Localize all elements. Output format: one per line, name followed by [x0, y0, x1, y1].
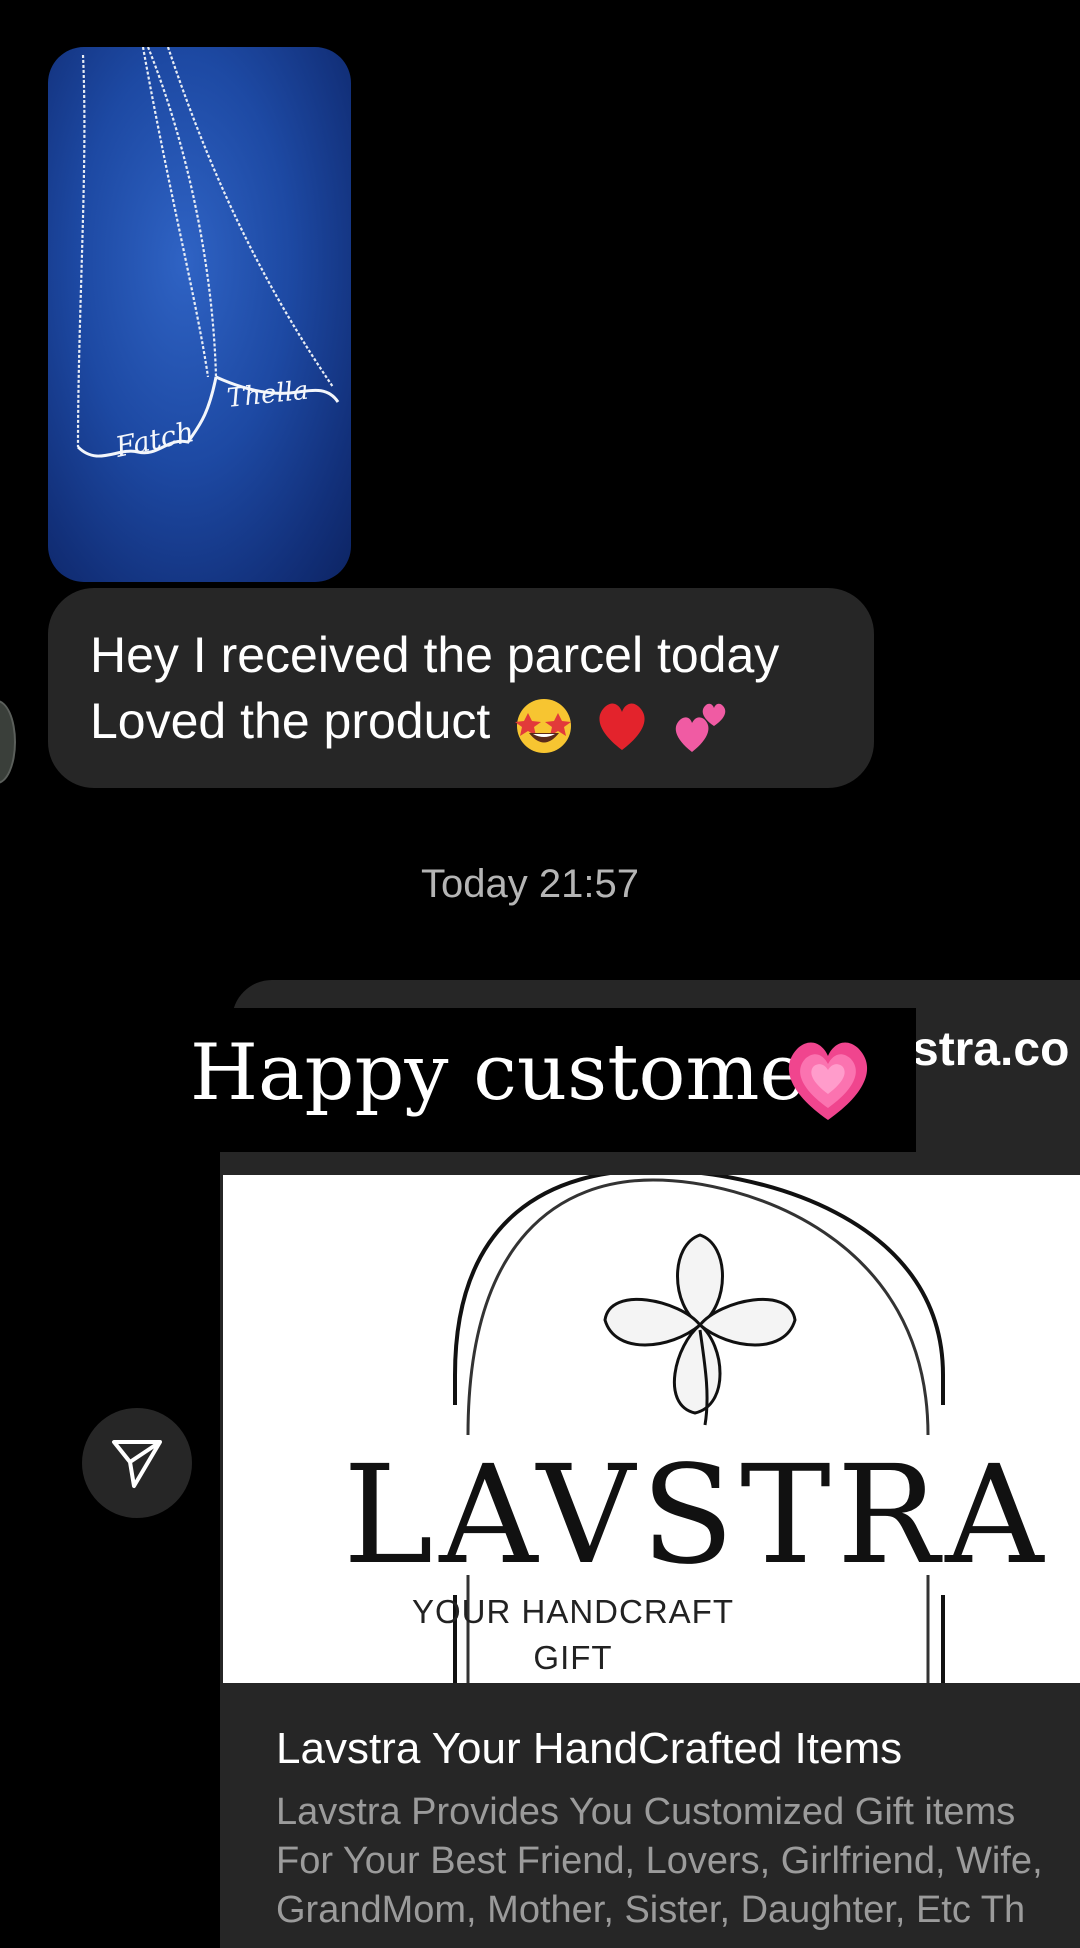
shared-link-domain: stra.co	[912, 1023, 1070, 1076]
shared-link-description: Lavstra Provides You Customized Gift ite…	[276, 1791, 1043, 1931]
svg-text:Thella: Thella	[226, 376, 310, 414]
share-send-button[interactable]	[82, 1408, 192, 1518]
shared-link-title: Lavstra Your HandCrafted Items	[276, 1724, 903, 1773]
message-line-2-text: Loved the product	[90, 693, 491, 749]
red-heart-emoji-icon	[599, 703, 645, 751]
two-hearts-emoji-icon	[675, 703, 726, 753]
send-icon	[112, 1440, 162, 1488]
logo-tagline-line-1: YOUR HANDCRAFT	[411, 1593, 734, 1630]
happy-customer-sticker: Happy customer	[148, 1008, 916, 1152]
shared-link-preview-image[interactable]: LAVSTRA YOUR HANDCRAFT GIFT	[223, 1175, 1080, 1683]
star-struck-emoji-icon	[515, 699, 572, 754]
emoji-row	[514, 693, 734, 756]
message-line-2: Loved the product	[90, 692, 734, 756]
photo-message-necklace[interactable]: Fatch Thella	[48, 47, 351, 582]
logo-brand-text: LAVSTRA	[343, 1437, 1050, 1595]
svg-text:Fatch: Fatch	[112, 415, 197, 464]
message-bubble[interactable]: Hey I received the parcel today Loved th…	[48, 588, 874, 788]
sticker-text: Happy customer	[190, 1028, 843, 1118]
clover-icon	[603, 1233, 797, 1426]
beating-heart-emoji-icon	[788, 1042, 868, 1120]
necklace-photo: Fatch Thella	[76, 47, 340, 464]
sender-avatar[interactable]	[0, 700, 16, 784]
message-timestamp: Today 21:57	[421, 862, 639, 906]
message-line-1: Hey I received the parcel today	[90, 627, 780, 683]
logo-tagline-line-2: GIFT	[533, 1639, 613, 1676]
